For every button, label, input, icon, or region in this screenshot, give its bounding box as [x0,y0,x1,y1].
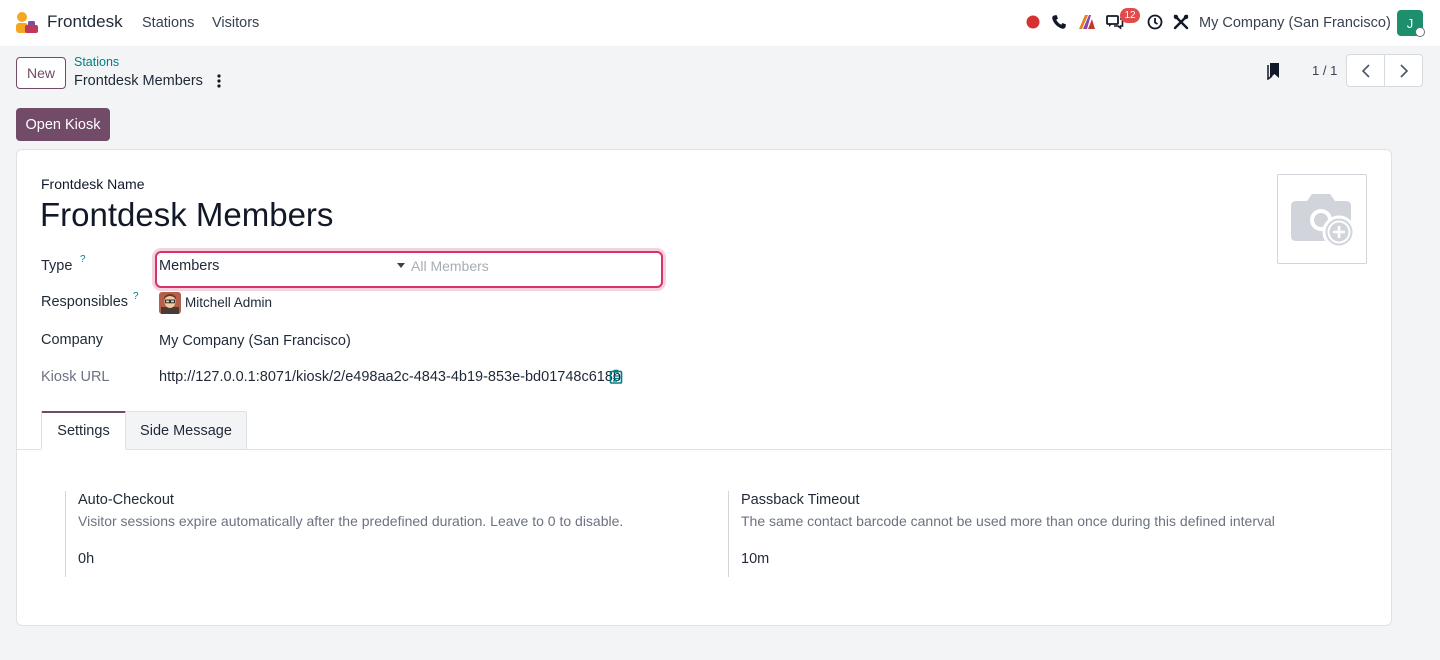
chevron-right-icon [1399,63,1408,78]
auto-checkout-title: Auto-Checkout [78,492,174,508]
responsible-avatar[interactable] [159,292,181,314]
company-switcher[interactable]: My Company (San Francisco) [1199,15,1391,31]
menu-stations[interactable]: Stations [142,15,194,31]
type-help-tooltip[interactable]: ? [80,254,86,265]
app-name[interactable]: Frontdesk [47,12,123,32]
passback-timeout-title: Passback Timeout [741,492,860,508]
type-label: Type [41,258,73,274]
chevron-left-icon [1361,63,1370,78]
new-button[interactable]: New [16,57,66,89]
kiosk-url-label: Kiosk URL [41,369,110,385]
setting-divider [65,491,66,577]
menu-visitors[interactable]: Visitors [212,15,259,31]
camera-add-icon [1291,194,1356,248]
ai-icon[interactable] [1077,12,1097,32]
pager-next-button[interactable] [1384,54,1423,87]
passback-timeout-field[interactable]: 10m [741,551,769,567]
tab-side-message[interactable]: Side Message [126,411,247,450]
type-selected-value[interactable]: Members [159,258,219,274]
passback-timeout-description: The same contact barcode cannot be used … [741,513,1275,529]
type-description-placeholder: All Members [411,258,489,274]
user-status-icon [1415,27,1425,37]
breadcrumb-current: Frontdesk Members [74,73,203,89]
company-field[interactable]: My Company (San Francisco) [159,333,351,349]
responsibles-label: Responsibles [41,294,129,310]
open-kiosk-button[interactable]: Open Kiosk [16,108,110,141]
kiosk-url-value: http://127.0.0.1:8071/kiosk/2/e498aa2c-4… [159,369,621,385]
responsible-tag[interactable]: Mitchell Admin [185,295,272,310]
setting-divider [728,491,729,577]
copy-clipboard-icon[interactable] [609,369,623,384]
company-label: Company [41,332,104,348]
record-actions-icon[interactable] [210,72,228,90]
frontdesk-app-icon[interactable] [15,11,39,35]
tab-settings[interactable]: Settings [41,411,126,450]
bookmark-icon[interactable] [1267,62,1283,80]
pager-value[interactable]: 1 / 1 [1312,63,1337,78]
type-select[interactable] [155,251,663,288]
responsibles-help-tooltip[interactable]: ? [133,291,139,302]
messages-count-badge: 12 [1120,8,1140,23]
image-upload-button[interactable] [1277,174,1367,264]
tools-icon[interactable] [1171,12,1191,32]
breadcrumb-stations[interactable]: Stations [74,55,119,69]
pager-previous-button[interactable] [1346,54,1385,87]
frontdesk-name-field[interactable]: Frontdesk Members [40,196,333,234]
phone-icon[interactable] [1049,12,1069,32]
auto-checkout-field[interactable]: 0h [78,551,94,567]
recording-dot-icon[interactable] [1023,12,1043,32]
auto-checkout-description: Visitor sessions expire automatically af… [78,513,624,529]
frontdesk-name-label: Frontdesk Name [41,176,145,192]
chevron-down-icon[interactable] [397,263,405,268]
clock-icon[interactable] [1145,12,1165,32]
